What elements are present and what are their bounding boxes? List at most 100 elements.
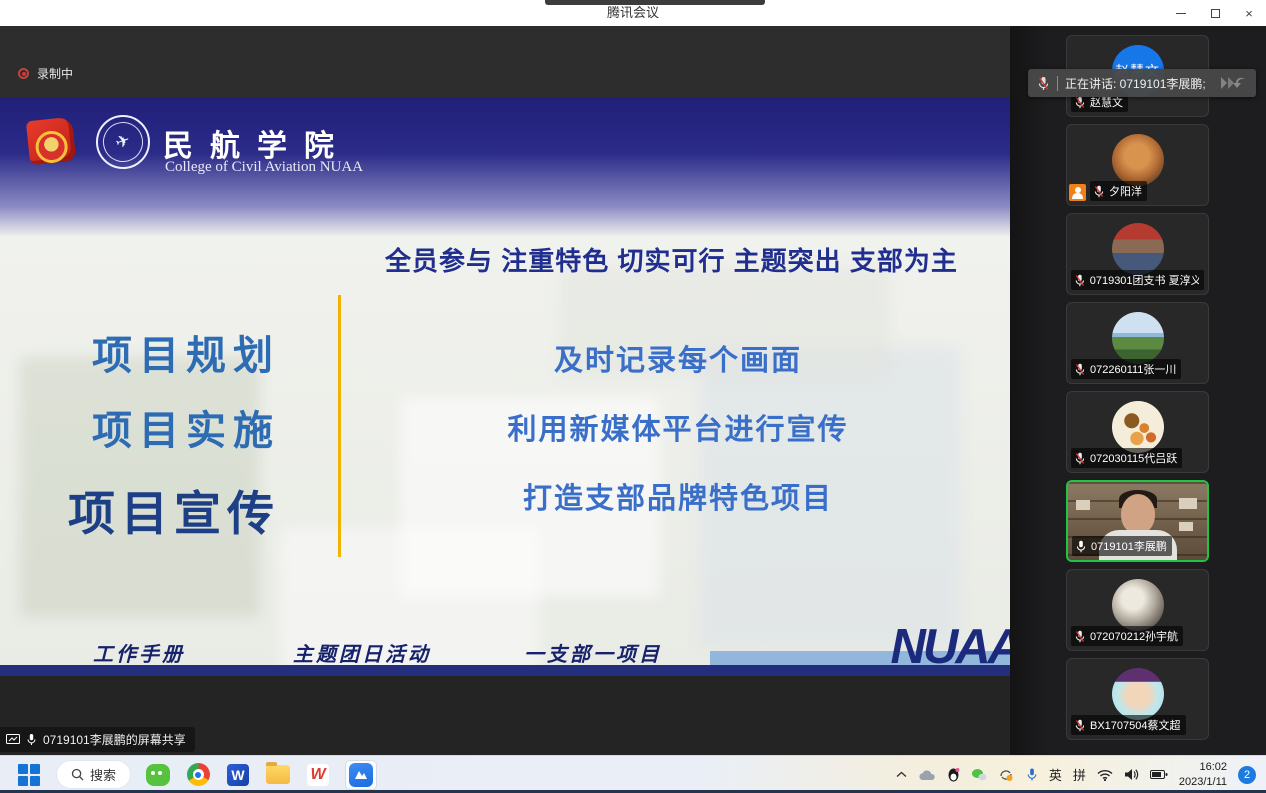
tray-cloud-icon[interactable] [918, 769, 936, 781]
tray-qq-icon[interactable] [947, 767, 960, 782]
avatar [1112, 223, 1164, 275]
wechat-icon [146, 764, 170, 786]
participant-tile[interactable]: 夕阳洋 [1066, 124, 1209, 206]
slide-bottom-item-1: 工作手册 [93, 638, 185, 667]
shared-slide: ✈ 民航学院 College of Civil Aviation NUAA 全员… [0, 97, 1010, 676]
windows-logo-icon [18, 764, 40, 786]
maximize-button[interactable] [1198, 0, 1232, 26]
folder-icon [266, 765, 290, 784]
window-title: 腾讯会议 [0, 0, 1266, 26]
start-button[interactable] [16, 762, 42, 788]
taskbar-app-explorer[interactable] [265, 762, 291, 788]
recording-dot-icon [18, 68, 29, 79]
avatar [1112, 401, 1164, 453]
chrome-icon [187, 763, 210, 786]
notification-badge[interactable]: 2 [1238, 766, 1256, 784]
tray-speaker-icon[interactable] [1124, 768, 1139, 781]
participant-name: 072070212孙宇航 [1090, 628, 1178, 644]
mic-muted-icon [1074, 719, 1086, 732]
taskbar-app-tencent-meeting[interactable] [345, 760, 377, 790]
member-role-badge-icon [1069, 184, 1086, 201]
mic-muted-icon [1037, 76, 1050, 91]
participant-name-tag: 072030115代吕跃 [1071, 448, 1182, 468]
mic-muted-icon [1074, 452, 1086, 465]
participant-name: 072030115代吕跃 [1090, 450, 1177, 466]
nuaa-logo: NUAA [890, 619, 1010, 675]
avatar [1112, 312, 1164, 364]
slide-bottom-item-2: 主题团日活动 [293, 638, 431, 667]
tray-chevron-up-icon[interactable] [896, 771, 907, 778]
mic-muted-icon [1074, 363, 1086, 376]
titlebar: 腾讯会议 × [0, 0, 1266, 26]
college-seal-icon: ✈ [96, 115, 150, 169]
search-icon [71, 768, 84, 781]
participant-tile[interactable]: 072070212孙宇航 [1066, 569, 1209, 651]
screen-share-label: 0719101李展鹏的屏幕共享 [43, 731, 186, 748]
tray-mic-icon[interactable] [1026, 767, 1038, 782]
tray-lang-en[interactable]: 英 [1049, 765, 1062, 784]
window-controls: × [1164, 0, 1266, 26]
youth-league-badge-icon [26, 117, 76, 166]
monitor-icon [6, 734, 20, 746]
mic-icon [26, 733, 37, 746]
participant-name-tag: BX1707504蔡文超 [1071, 715, 1186, 735]
taskbar-app-chrome[interactable] [185, 762, 211, 788]
participant-tile[interactable]: 0719101李展鹏 [1066, 480, 1209, 562]
slide-left-item-1: 项目规划 [92, 323, 280, 381]
tray-wifi-icon[interactable] [1097, 769, 1113, 781]
college-name-en: College of Civil Aviation NUAA [165, 159, 363, 176]
wps-icon: W [307, 764, 329, 786]
tray-date: 2023/1/11 [1179, 775, 1227, 789]
mic-on-icon [1075, 540, 1087, 553]
tray-time: 16:02 [1179, 760, 1227, 774]
participant-tile[interactable]: BX1707504蔡文超 [1066, 658, 1209, 740]
minimize-button[interactable] [1164, 0, 1198, 26]
taskbar-app-wechat[interactable] [145, 762, 171, 788]
slide-footer-navybar [0, 665, 1010, 676]
meeting-area: 录制中 ✈ 民航学院 College of Civil Aviation NUA… [0, 26, 1266, 755]
slide-right-list: 及时记录每个画面利用新媒体平台进行宣传打造支部品牌特色项目 [398, 337, 958, 517]
tray-battery-icon[interactable] [1150, 769, 1168, 780]
participant-tile[interactable]: 0719301团支书 夏淳义 [1066, 213, 1209, 295]
slide-right-item-3: 打造支部品牌特色项目 [398, 475, 958, 517]
recording-indicator: 录制中 [18, 65, 73, 82]
participant-tile[interactable]: 072260111张一川 [1066, 302, 1209, 384]
participant-tile[interactable]: 072030115代吕跃 [1066, 391, 1209, 473]
participant-name: 0719301团支书 夏淳义 [1090, 272, 1199, 288]
participant-name-tag: 0719301团支书 夏淳义 [1071, 270, 1204, 290]
mic-muted-icon [1074, 630, 1086, 643]
avatar [1112, 668, 1164, 720]
tray-sync-icon[interactable] [998, 768, 1015, 782]
participant-name-tag: 072260111张一川 [1071, 359, 1181, 379]
taskbar-app-wps[interactable]: W [305, 762, 331, 788]
participant-name-tag: 0719101李展鹏 [1072, 536, 1172, 556]
slide-right-item-2: 利用新媒体平台进行宣传 [398, 406, 958, 448]
slide-slogan: 全员参与 注重特色 切实可行 主题突出 支部为主 [385, 241, 945, 278]
tooltip-divider [1057, 76, 1058, 91]
slide-right-item-1: 及时记录每个画面 [398, 337, 958, 379]
overlay-arrows-icon [1213, 75, 1247, 91]
mic-muted-icon [1074, 96, 1086, 109]
close-button[interactable]: × [1232, 0, 1266, 26]
slide-left-item-2: 项目实施 [92, 398, 280, 456]
yellow-divider [338, 295, 341, 557]
screen-share-badge: 0719101李展鹏的屏幕共享 [0, 727, 195, 752]
avatar [1112, 134, 1164, 186]
taskbar-app-word[interactable]: W [225, 762, 251, 788]
participant-name-tag: 夕阳洋 [1090, 181, 1147, 201]
participant-name: 072260111张一川 [1090, 361, 1176, 377]
tray-clock[interactable]: 16:02 2023/1/11 [1179, 760, 1227, 789]
word-icon: W [227, 764, 249, 786]
tray-wechat-icon[interactable] [971, 768, 987, 781]
participant-name: 夕阳洋 [1109, 183, 1142, 199]
slide-bottom-item-3: 一支部一项目 [524, 638, 662, 667]
slide-left-item-3: 项目宣传 [68, 475, 280, 544]
tray-lang-pinyin[interactable]: 拼 [1073, 765, 1086, 784]
slide-header-band [0, 97, 1010, 237]
taskbar-search[interactable]: 搜索 [56, 760, 131, 789]
participant-name-tag: 072070212孙宇航 [1071, 626, 1183, 646]
participant-name: 0719101李展鹏 [1091, 538, 1167, 554]
speaking-tooltip-text: 正在讲话: 0719101李展鹏; [1065, 75, 1206, 92]
avatar [1112, 579, 1164, 631]
shared-screen-topbar: 录制中 [0, 26, 1010, 97]
